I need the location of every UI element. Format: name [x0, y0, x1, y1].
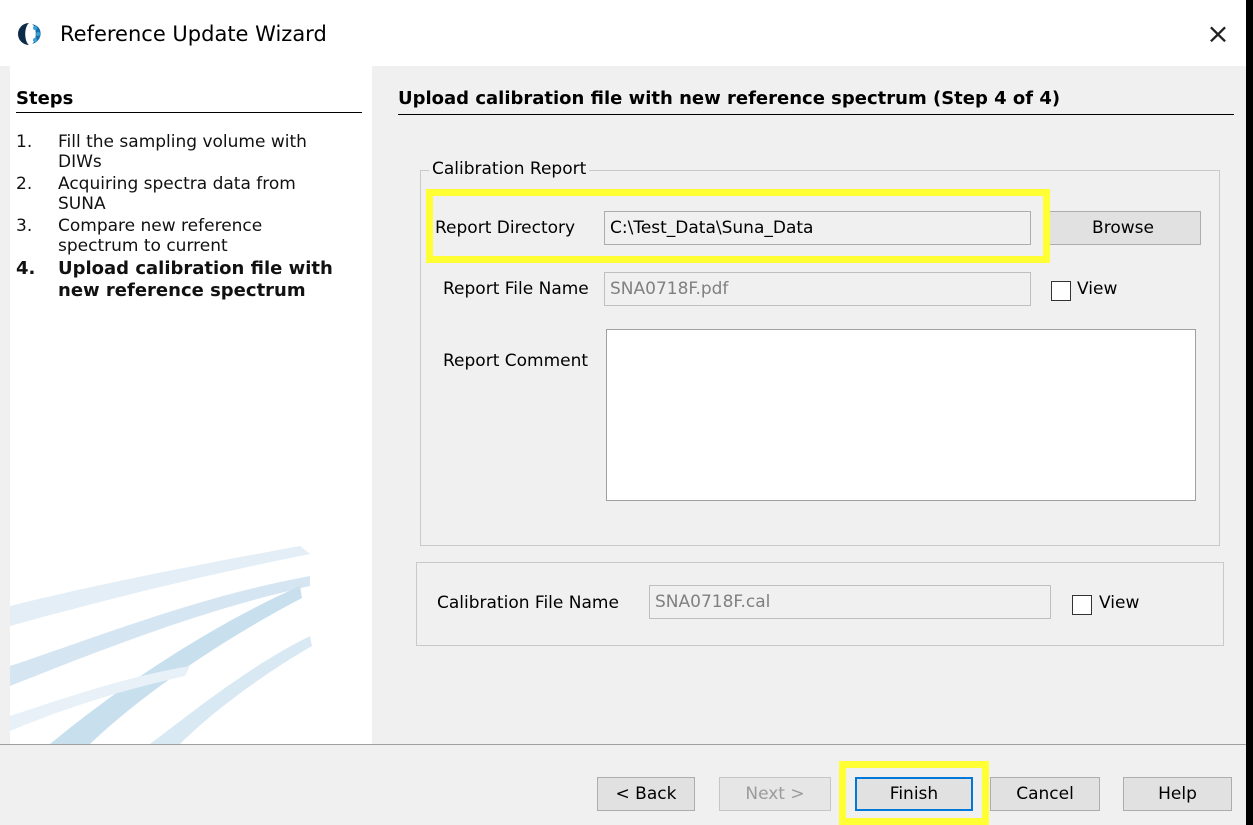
content-panel: Upload calibration file with new referen… [372, 66, 1246, 744]
report-directory-label: Report Directory [435, 218, 576, 238]
steps-divider [16, 112, 362, 113]
report-file-name-label: Report File Name [443, 279, 589, 299]
calibration-file-name-label: Calibration File Name [437, 593, 619, 613]
window-title: Reference Update Wizard [60, 22, 327, 46]
title-bar: Reference Update Wizard × [0, 0, 1246, 66]
close-icon[interactable]: × [1198, 14, 1238, 54]
report-directory-field[interactable]: C:\Test_Data\Suna_Data [604, 211, 1031, 245]
page-title: Upload calibration file with new referen… [398, 88, 1061, 109]
step-number: 3. [16, 216, 33, 236]
step-number: 4. [16, 258, 36, 279]
report-comment-label: Report Comment [443, 351, 589, 371]
wizard-window: Reference Update Wizard × Steps 1. Fill … [0, 0, 1253, 825]
step-label: Fill the sampling volume with DIWs [58, 132, 307, 172]
step-item: 3. Compare new reference spectrum to cur… [16, 216, 366, 256]
back-button[interactable]: < Back [597, 777, 695, 811]
calibration-file-name-field[interactable]: SNA0718F.cal [649, 585, 1051, 619]
heading-divider [398, 114, 1234, 115]
calibration-view-checkbox[interactable] [1072, 595, 1092, 615]
calibration-report-group: Calibration Report Report Directory C:\T… [420, 159, 1220, 546]
report-file-name-field[interactable]: SNA0718F.pdf [604, 272, 1031, 306]
finish-button[interactable]: Finish [855, 777, 973, 811]
step-label: Compare new reference spectrum to curren… [58, 216, 263, 256]
footer-divider [0, 744, 1246, 745]
report-comment-textarea[interactable] [606, 329, 1196, 501]
calibration-view-label: View [1099, 593, 1140, 613]
step-item: 2. Acquiring spectra data from SUNA [16, 174, 366, 214]
calibration-report-legend: Calibration Report [429, 159, 590, 179]
step-item: 1. Fill the sampling volume with DIWs [16, 132, 366, 172]
browse-button[interactable]: Browse [1045, 211, 1201, 245]
steps-title: Steps [16, 88, 74, 109]
cancel-button[interactable]: Cancel [990, 777, 1100, 811]
calibration-file-group: Calibration File Name SNA0718F.cal View [416, 562, 1224, 646]
wizard-app-icon [18, 22, 43, 46]
step-label: Upload calibration file with new referen… [58, 258, 333, 301]
steps-list: 1. Fill the sampling volume with DIWs 2.… [16, 132, 366, 304]
step-number: 2. [16, 174, 33, 194]
report-view-checkbox[interactable] [1051, 281, 1071, 301]
report-view-label: View [1077, 279, 1118, 299]
step-item-current: 4. Upload calibration file with new refe… [16, 258, 366, 302]
help-button[interactable]: Help [1123, 777, 1232, 811]
next-button[interactable]: Next > [719, 777, 831, 811]
step-label: Acquiring spectra data from SUNA [58, 174, 296, 214]
steps-panel: Steps 1. Fill the sampling volume with D… [10, 66, 372, 744]
decorative-swoosh-graphic [10, 546, 312, 744]
step-number: 1. [16, 132, 33, 152]
